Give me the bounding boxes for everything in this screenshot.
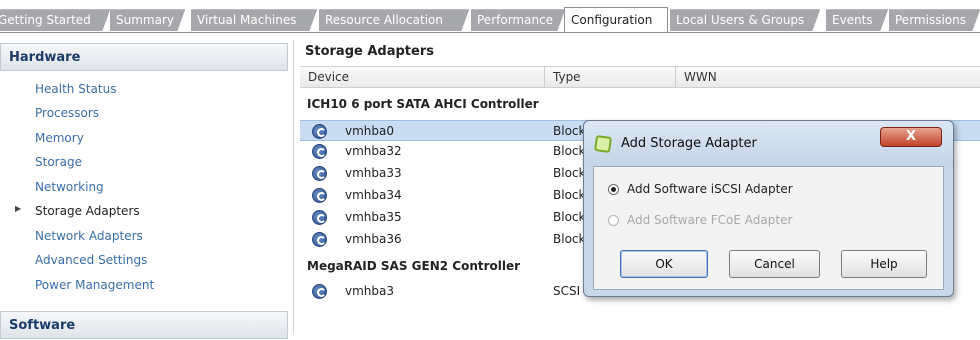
help-button[interactable]: Help bbox=[841, 250, 927, 278]
add-storage-adapter-dialog: Add Storage Adapter X Add Software iSCSI… bbox=[583, 120, 954, 297]
adapter-icon bbox=[312, 210, 327, 225]
sidebar-item-processors[interactable]: Processors bbox=[35, 106, 99, 120]
column-header-type[interactable]: Type bbox=[545, 67, 676, 87]
tab-events[interactable]: Events bbox=[826, 9, 888, 31]
sidebar-item-networking[interactable]: Networking bbox=[35, 180, 104, 194]
sidebar-item-advanced-settings[interactable]: Advanced Settings bbox=[35, 253, 147, 267]
column-header-device[interactable]: Device bbox=[300, 67, 545, 87]
adapter-icon bbox=[312, 124, 327, 139]
tab-summary[interactable]: Summary bbox=[110, 9, 185, 31]
left-panel: Hardware Health Status Processors Memory… bbox=[0, 40, 288, 339]
vsphere-app-icon bbox=[593, 134, 613, 154]
adapter-icon bbox=[312, 144, 327, 159]
group-header: ICH10 6 port SATA AHCI Controller bbox=[307, 97, 539, 111]
page-title: Storage Adapters bbox=[305, 44, 434, 59]
device-cell: vmhba34 bbox=[345, 188, 402, 202]
sidebar-item-power-management[interactable]: Power Management bbox=[35, 278, 154, 292]
option-label: Add Software iSCSI Adapter bbox=[627, 182, 793, 196]
dialog-titlebar[interactable]: Add Storage Adapter X bbox=[584, 121, 953, 167]
tab-underline bbox=[0, 32, 980, 33]
type-cell: SCSI bbox=[553, 284, 581, 298]
hardware-section-header[interactable]: Hardware bbox=[0, 43, 288, 71]
tab-getting-started[interactable]: Getting Started bbox=[0, 9, 110, 31]
adapter-icon bbox=[312, 232, 327, 247]
ok-button[interactable]: OK bbox=[620, 250, 708, 278]
sidebar-item-storage-adapters[interactable]: ▶ Storage Adapters bbox=[15, 204, 140, 218]
adapter-icon bbox=[312, 166, 327, 181]
device-cell: vmhba0 bbox=[345, 124, 395, 138]
sidebar-item-storage[interactable]: Storage bbox=[35, 155, 82, 169]
device-cell: vmhba32 bbox=[345, 144, 402, 158]
tab-configuration[interactable]: Configuration bbox=[564, 7, 668, 33]
adapter-icon bbox=[312, 284, 327, 299]
tab-local-users-groups[interactable]: Local Users & Groups bbox=[670, 9, 820, 31]
cancel-button[interactable]: Cancel bbox=[729, 250, 820, 278]
dialog-title: Add Storage Adapter bbox=[621, 136, 757, 151]
dialog-body: Add Software iSCSI Adapter Add Software … bbox=[593, 166, 944, 290]
device-cell: vmhba3 bbox=[345, 284, 395, 298]
tab-permissions[interactable]: Permissions bbox=[889, 9, 980, 31]
panel-divider[interactable] bbox=[293, 40, 294, 335]
column-header-wwn[interactable]: WWN bbox=[676, 67, 980, 87]
table-header: Device Type WWN bbox=[300, 66, 980, 88]
selected-arrow-icon: ▶ bbox=[15, 204, 22, 213]
close-button[interactable]: X bbox=[880, 127, 942, 147]
tab-bar: Getting Started Summary Virtual Machines… bbox=[0, 0, 980, 36]
sidebar-item-health-status[interactable]: Health Status bbox=[35, 82, 116, 96]
tab-performance[interactable]: Performance bbox=[471, 9, 565, 31]
adapter-icon bbox=[312, 188, 327, 203]
radio-button bbox=[608, 215, 619, 226]
tab-resource-allocation[interactable]: Resource Allocation bbox=[319, 9, 469, 31]
sidebar-item-memory[interactable]: Memory bbox=[35, 131, 84, 145]
radio-button[interactable] bbox=[608, 184, 619, 195]
device-cell: vmhba35 bbox=[345, 210, 402, 224]
sidebar-item-network-adapters[interactable]: Network Adapters bbox=[35, 229, 143, 243]
option-label: Add Software FCoE Adapter bbox=[627, 213, 793, 227]
sidebar-item-label: Storage Adapters bbox=[35, 204, 140, 218]
device-cell: vmhba33 bbox=[345, 166, 402, 180]
tab-virtual-machines[interactable]: Virtual Machines bbox=[191, 9, 317, 31]
group-header: MegaRAID SAS GEN2 Controller bbox=[307, 259, 521, 273]
device-cell: vmhba36 bbox=[345, 232, 402, 246]
